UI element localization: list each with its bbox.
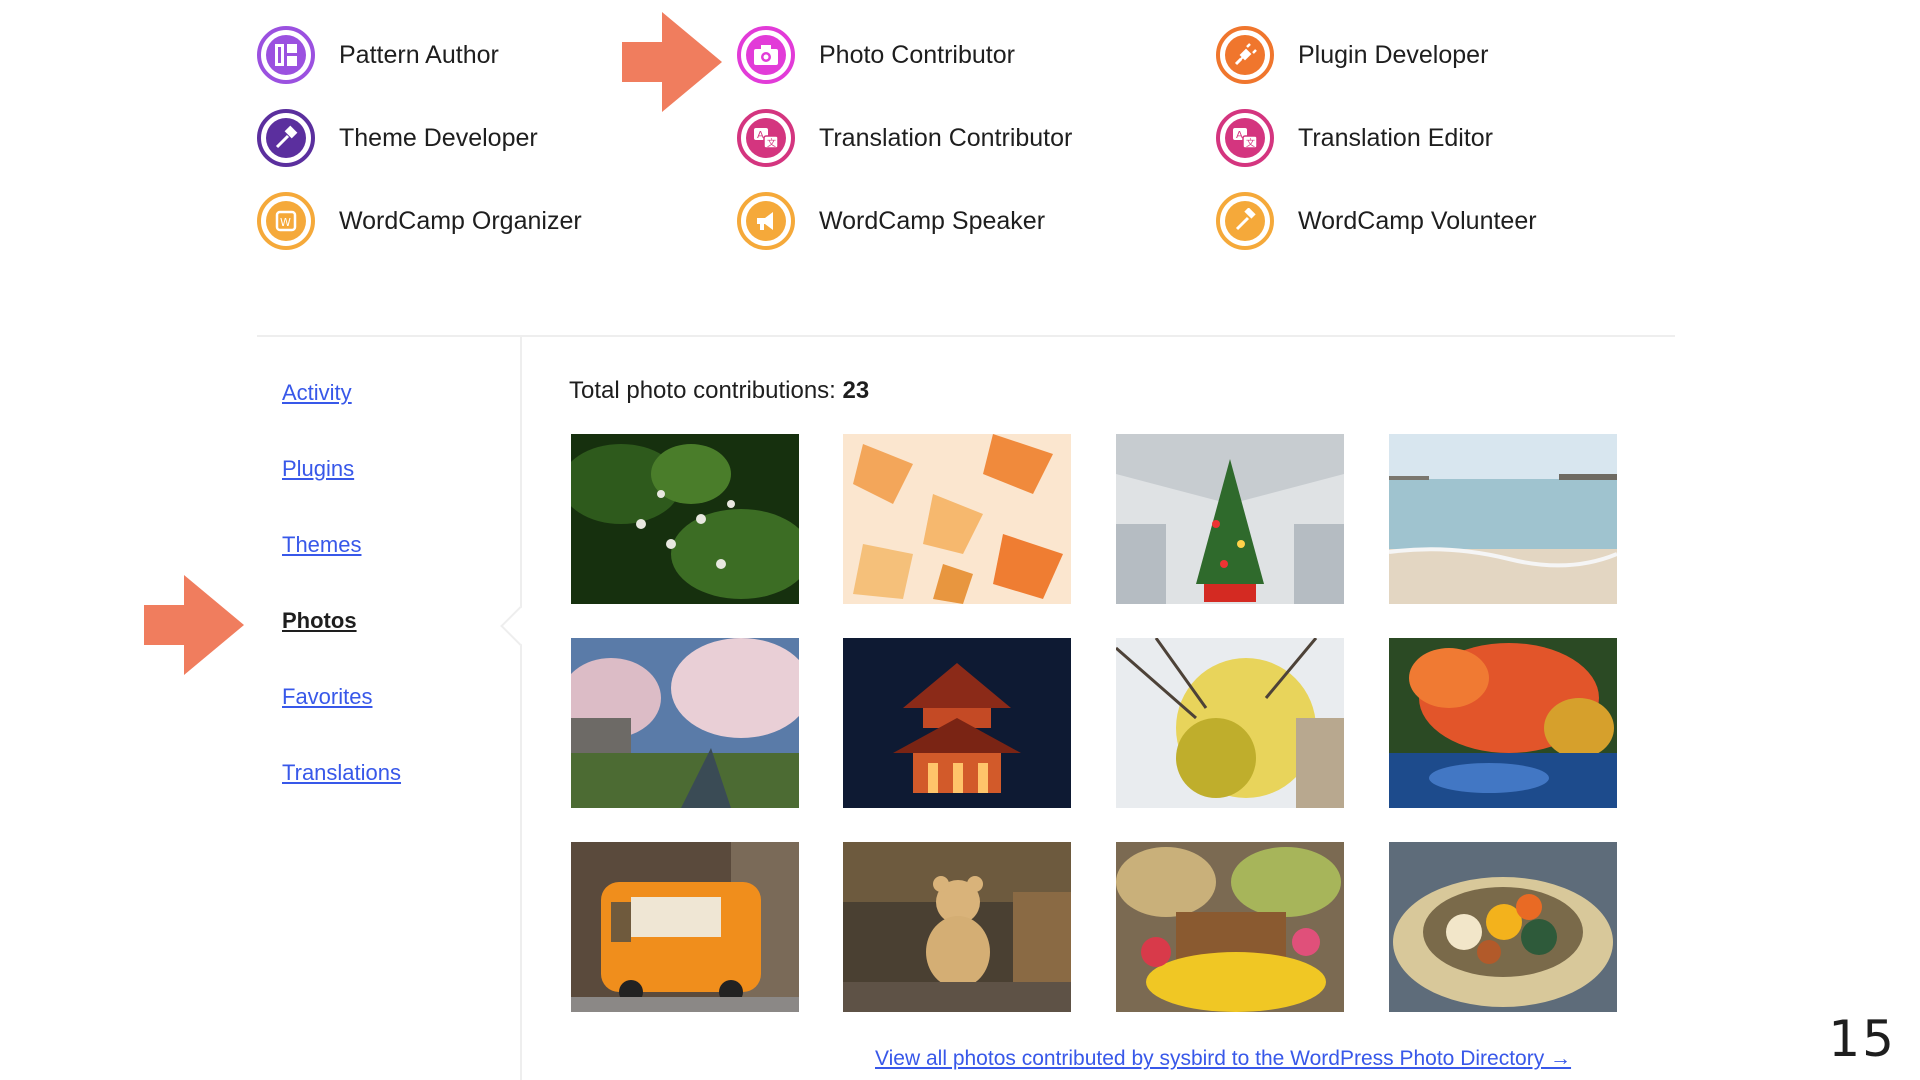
photo-thumbnail-calm-sea[interactable] <box>1389 434 1617 604</box>
badge-label: Translation Editor <box>1298 123 1493 152</box>
camera-icon <box>737 26 795 84</box>
nav-item-activity[interactable]: Activity <box>282 380 352 406</box>
badge-label: WordCamp Speaker <box>819 206 1046 235</box>
highlight-arrow-photos <box>144 575 244 675</box>
badge-wordcamp-volunteer[interactable]: WordCamp Volunteer <box>1216 189 1537 253</box>
photo-thumbnail-orange-food-truck[interactable] <box>571 842 799 1012</box>
translate-icon: A文 <box>1216 109 1274 167</box>
nav-item-themes[interactable]: Themes <box>282 532 361 558</box>
svg-text:文: 文 <box>1246 137 1255 149</box>
hammer-icon <box>1216 192 1274 250</box>
active-tab-pointer <box>500 606 540 646</box>
badge-translation-contributor[interactable]: A文 Translation Contributor <box>737 106 1072 170</box>
svg-text:A: A <box>757 130 764 141</box>
nav-item-translations[interactable]: Translations <box>282 760 401 786</box>
megaphone-icon <box>737 192 795 250</box>
svg-text:A: A <box>1236 130 1243 141</box>
badge-label: Photo Contributor <box>819 40 1015 69</box>
photo-thumbnail-orange-maple-leaves[interactable] <box>843 434 1071 604</box>
badge-wordcamp-organizer[interactable]: W WordCamp Organizer <box>257 189 582 253</box>
badge-wordcamp-speaker[interactable]: WordCamp Speaker <box>737 189 1045 253</box>
photo-thumbnail-pumpkin-basket[interactable] <box>1389 842 1617 1012</box>
sidebar-divider <box>520 337 522 1080</box>
slide-page-number: 15 <box>1828 1010 1896 1068</box>
photo-thumbnail-red-pagoda-night[interactable] <box>843 638 1071 808</box>
photo-total-count: 23 <box>842 377 870 404</box>
badge-label: WordCamp Organizer <box>339 206 582 235</box>
photo-thumbnail-autumn-leaves-pond[interactable] <box>1389 638 1617 808</box>
nav-item-plugins[interactable]: Plugins <box>282 456 354 482</box>
badge-pattern-author[interactable]: Pattern Author <box>257 23 499 87</box>
badge-label: Translation Contributor <box>819 123 1073 152</box>
badge-translation-editor[interactable]: A文 Translation Editor <box>1216 106 1493 170</box>
svg-text:文: 文 <box>767 137 776 149</box>
wordcamp-icon: W <box>257 192 315 250</box>
photo-thumbnail-green-leaves-flowers[interactable] <box>571 434 799 604</box>
badge-plugin-developer[interactable]: Plugin Developer <box>1216 23 1488 87</box>
translate-icon: A文 <box>737 109 795 167</box>
view-all-photos-link[interactable]: View all photos contributed by sysbird t… <box>875 1047 1571 1071</box>
plug-icon <box>1216 26 1274 84</box>
svg-text:W: W <box>280 216 291 229</box>
nav-item-photos[interactable]: Photos <box>282 608 357 634</box>
badge-label: Pattern Author <box>339 40 499 69</box>
photo-total: Total photo contributions: 23 <box>569 377 869 405</box>
photo-thumbnail-teddy-bear-cafe[interactable] <box>843 842 1071 1012</box>
pattern-icon <box>257 26 315 84</box>
photo-thumbnail-christmas-tree-station[interactable] <box>1116 434 1344 604</box>
badge-label: WordCamp Volunteer <box>1298 206 1537 235</box>
photo-thumbnail-yellow-mimosa[interactable] <box>1116 638 1344 808</box>
badge-label: Plugin Developer <box>1298 40 1489 69</box>
badge-label: Theme Developer <box>339 123 538 152</box>
badge-theme-developer[interactable]: Theme Developer <box>257 106 538 170</box>
highlight-arrow-photo-contributor <box>622 12 722 112</box>
photo-thumbnail-cherry-blossoms-river[interactable] <box>571 638 799 808</box>
section-divider <box>257 335 1675 337</box>
badge-photo-contributor[interactable]: Photo Contributor <box>737 23 1015 87</box>
photo-total-label: Total photo contributions: <box>569 377 836 404</box>
nav-item-favorites[interactable]: Favorites <box>282 684 372 710</box>
badges-grid: Pattern Author Photo Contributor Plugin … <box>0 0 1920 300</box>
brush-icon <box>257 109 315 167</box>
photo-thumbnail-flower-market[interactable] <box>1116 842 1344 1012</box>
